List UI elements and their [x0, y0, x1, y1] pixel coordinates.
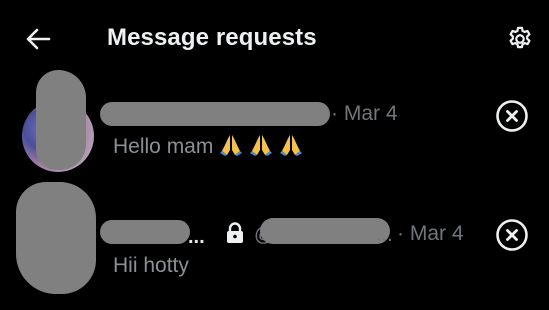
message-preview: Hello mam [113, 134, 303, 159]
message-preview: Hii hotty [113, 254, 189, 277]
settings-button[interactable] [504, 23, 536, 55]
folded-hands-emoji [250, 135, 273, 156]
gear-icon [509, 26, 531, 49]
handle-suffix: ... [376, 224, 393, 246]
folded-hands-emoji [220, 135, 243, 156]
message-preview-text: Hello mam [113, 135, 214, 158]
redaction-mark [36, 70, 86, 170]
back-button[interactable] [22, 24, 54, 54]
header: Message requests [0, 0, 549, 80]
dismiss-request-button[interactable] [495, 218, 529, 252]
redaction-mark [100, 102, 330, 126]
redaction-mark [16, 182, 96, 294]
folded-hands-emoji [280, 135, 303, 156]
close-circle-icon [496, 100, 528, 132]
back-arrow-icon [26, 28, 51, 50]
message-date: · Mar 4 [331, 102, 398, 125]
redaction-mark [100, 220, 190, 244]
message-request-item[interactable]: · Mar 4 Hello mam [0, 70, 549, 192]
close-circle-icon [496, 219, 528, 251]
page-title: Message requests [107, 24, 317, 51]
message-request-item[interactable]: ... @ ... · Mar 4 Hii hotty [0, 182, 549, 310]
lock-icon [227, 222, 243, 243]
redaction-mark [260, 218, 390, 244]
dismiss-request-button[interactable] [495, 99, 529, 133]
message-date: · Mar 4 [397, 222, 464, 245]
display-name: ... [188, 226, 205, 248]
